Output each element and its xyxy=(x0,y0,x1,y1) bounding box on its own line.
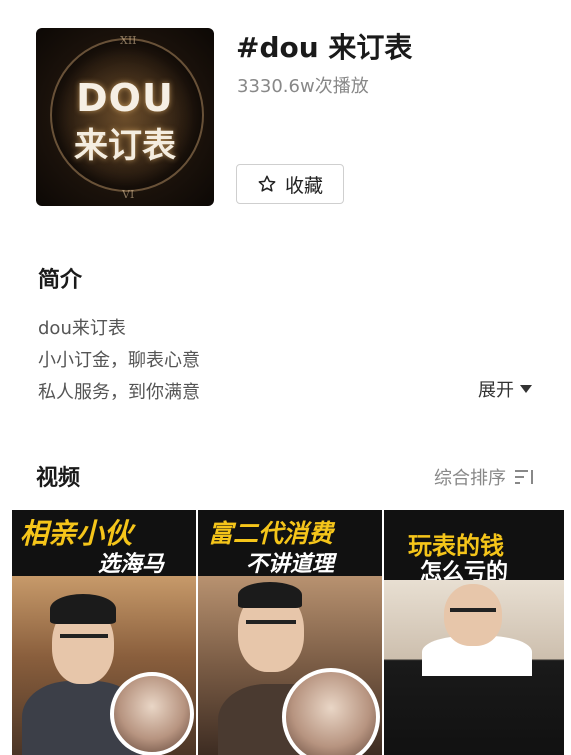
favorite-button[interactable]: 收藏 xyxy=(236,164,344,204)
video-caption-top: 富二代消费 xyxy=(208,519,334,548)
expand-label: 展开 xyxy=(478,380,514,401)
favorite-label: 收藏 xyxy=(284,174,323,197)
cover-title-line2: 来订表 xyxy=(74,126,176,166)
star-outline-icon xyxy=(258,175,276,192)
cover-title-line1: DOU xyxy=(76,76,174,120)
play-count: 3330.6w次播放 xyxy=(237,76,369,97)
expand-button[interactable]: 展开 xyxy=(478,376,532,402)
person-figure xyxy=(450,608,496,612)
video-thumbnail[interactable]: 富二代消费 不讲道理 xyxy=(198,510,382,755)
person-figure xyxy=(50,594,116,624)
sort-label: 综合排序 xyxy=(434,468,506,489)
topic-title: #dou 来订表 xyxy=(236,31,413,64)
video-thumbnail[interactable]: 相亲小伙 选海马 xyxy=(12,510,196,755)
person-figure xyxy=(444,584,502,646)
sort-lines-icon xyxy=(515,470,533,484)
intro-line: 小小订金，聊表心意 xyxy=(38,350,200,371)
video-scene xyxy=(384,580,564,755)
videos-heading: 视频 xyxy=(36,466,81,491)
avatar-inset xyxy=(110,672,194,755)
dial-numeral-decoration: VI xyxy=(122,188,135,201)
intro-line: 私人服务，到你满意 xyxy=(38,382,200,403)
video-caption-bottom: 不讲道理 xyxy=(246,552,335,577)
topic-cover-image: XII VI DOU 来订表 xyxy=(36,28,214,206)
video-caption-bottom: 选海马 xyxy=(98,552,165,577)
intro-line: dou来订表 xyxy=(38,318,126,339)
triangle-down-icon xyxy=(520,385,532,393)
avatar-inset xyxy=(282,668,380,755)
dial-numeral-decoration: XII xyxy=(120,34,137,47)
person-figure xyxy=(60,634,108,638)
video-scene xyxy=(198,576,382,755)
sort-dropdown[interactable]: 综合排序 xyxy=(434,464,536,490)
video-thumbnail[interactable]: 玩表的钱 怎么亏的 xyxy=(384,510,564,755)
video-scene xyxy=(12,576,196,755)
person-figure xyxy=(246,620,296,624)
intro-heading: 简介 xyxy=(38,268,83,293)
person-figure xyxy=(238,582,302,608)
